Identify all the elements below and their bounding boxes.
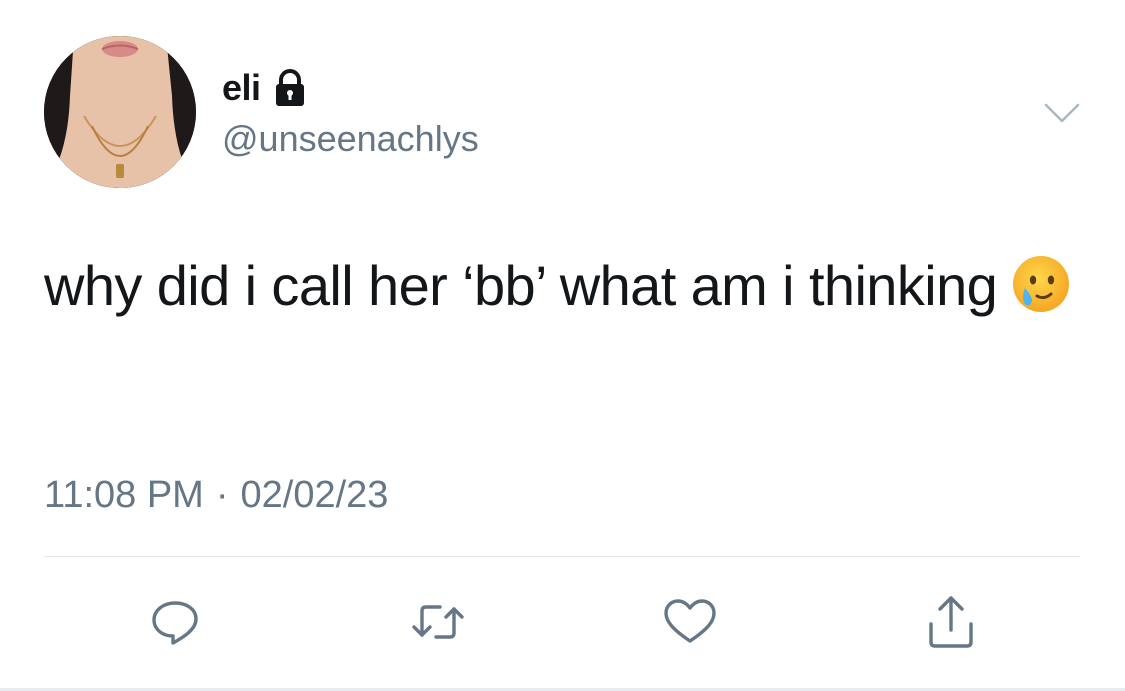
avatar[interactable]: [44, 36, 196, 188]
like-button[interactable]: [662, 594, 718, 650]
tweet-time: 11:08 PM: [44, 474, 204, 516]
retweet-icon: [412, 605, 464, 639]
action-bar: [0, 594, 1125, 650]
tweet-text: why did i call her ‘bb’ what am i thinki…: [44, 244, 1084, 328]
chevron-down-icon[interactable]: [1044, 102, 1080, 124]
timestamp-separator: ·: [215, 474, 229, 516]
reply-icon: [152, 601, 198, 645]
like-icon: [664, 599, 716, 643]
face-holding-back-tears-emoji: [1013, 256, 1070, 313]
display-name[interactable]: eli: [222, 67, 261, 109]
user-handle[interactable]: @unseenachlys: [222, 118, 479, 160]
tweet-card: eli @unseenachlys why did i call her ‘bb…: [0, 0, 1125, 691]
author-name-row: eli: [222, 66, 307, 110]
retweet-button[interactable]: [410, 594, 466, 650]
lock-icon: [275, 69, 304, 106]
tweet-text-body: why did i call her ‘bb’ what am i thinki…: [44, 254, 998, 317]
avatar-photo: [44, 36, 196, 188]
divider: [44, 556, 1080, 557]
reply-button[interactable]: [147, 594, 203, 650]
tweet-date: 02/02/23: [240, 474, 389, 516]
share-button[interactable]: [923, 594, 979, 650]
share-icon: [929, 596, 973, 648]
tweet-timestamp[interactable]: 11:08 PM · 02/02/23: [44, 474, 388, 517]
